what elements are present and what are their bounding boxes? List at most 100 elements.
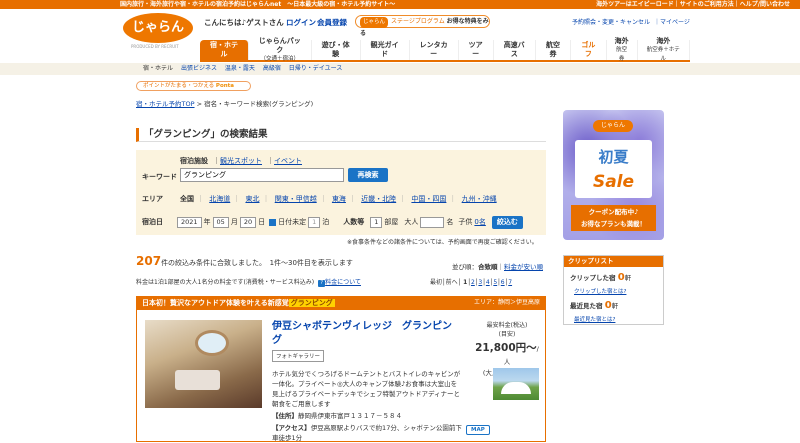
page-5[interactable]: 5 xyxy=(493,279,497,286)
address-label: 【住所】 xyxy=(272,412,298,420)
stage-program-button[interactable]: じゃらん ステージプログラム お得な特典をみる xyxy=(355,15,490,37)
jalan-logo[interactable]: じゃらん xyxy=(123,13,193,43)
breadcrumb-home[interactable]: 宿・ホテル予約TOP xyxy=(136,100,195,108)
year-select[interactable]: 2021 xyxy=(177,216,202,228)
nav-bus[interactable]: 高速バス xyxy=(494,40,536,60)
page-7[interactable]: 7 xyxy=(508,279,512,286)
hotel-description: ホテル気分でくつろげるドームテントとバストイレのキャビンが一体化。プライベート◎… xyxy=(272,370,461,408)
page-4[interactable]: 4 xyxy=(486,279,490,286)
area-hokkaido[interactable]: 北海道 xyxy=(209,195,230,203)
hotel-thumbnail[interactable] xyxy=(493,368,539,400)
hotel-card: 伊豆シャボテンヴィレッジ グランピング フォトギャラリー ホテル気分でくつろげる… xyxy=(136,310,546,442)
adult-select[interactable] xyxy=(420,216,445,228)
subnav-luxury[interactable]: 高級宿 xyxy=(263,65,281,72)
login-link[interactable]: ログイン xyxy=(286,17,316,28)
day-unit: 日 xyxy=(258,218,266,226)
sale-ad-banner[interactable]: じゃらん 初夏 Sale クーポン配布中♪ お得なプランも満載！ xyxy=(563,110,664,240)
page-6[interactable]: 6 xyxy=(501,279,505,286)
clipped-hotels: クリップした宿 0軒 xyxy=(570,272,631,283)
tab-events[interactable]: イベント xyxy=(274,157,302,165)
register-link[interactable]: 会員登録 xyxy=(317,17,347,28)
area-chugoku[interactable]: 中国・四国 xyxy=(411,195,446,203)
subnav-business[interactable]: 出張ビジネス xyxy=(181,65,217,72)
bed-shape xyxy=(175,370,220,390)
rooms-select[interactable]: 1 xyxy=(370,216,383,228)
keyword-input[interactable] xyxy=(180,168,344,182)
price-sub: (目安) xyxy=(498,331,516,338)
area-kinki[interactable]: 近畿・北陸 xyxy=(361,195,396,203)
nav-label: 観光ガイド xyxy=(370,41,399,58)
area-tokai[interactable]: 東海 xyxy=(332,195,346,203)
nav-rentacar[interactable]: レンタカー xyxy=(410,40,459,60)
area-tohoku[interactable]: 東北 xyxy=(245,195,259,203)
nav-label: 海外 xyxy=(614,36,629,45)
keyword-label: キーワード xyxy=(142,173,177,181)
sort-match[interactable]: 合致順 xyxy=(478,263,498,271)
date-people-row: 宿泊日 2021 年 05 月 20 日 日付未定 1泊 人数等 1 部屋 大人 名 子… xyxy=(142,215,523,229)
top-banner-text: 国内旅行・海外旅行や宿・ホテルの宿泊予約はじゃらんnet 〜日本最大級の宿・ホテ… xyxy=(120,1,396,8)
ponta-banner[interactable]: ポイントがたまる・つかえる Ponta xyxy=(136,81,251,91)
price-amount: 21,800円〜 xyxy=(475,342,537,354)
nights-select[interactable]: 1 xyxy=(308,216,321,228)
day-select[interactable]: 20 xyxy=(239,216,257,228)
hotel-area: エリア：静岡＞伊豆高原 xyxy=(473,299,540,306)
keyword-highlight: グランピング xyxy=(288,299,335,307)
dome-window xyxy=(195,330,229,356)
ad-title: 初夏 xyxy=(598,148,629,166)
sort-options: 並び順：合致順｜料金が安い順 xyxy=(452,263,543,271)
subnav-dayuse[interactable]: 日帰り・デイユース xyxy=(289,65,343,72)
top-banner-links[interactable]: 海外ツアーはエイビーロード｜サイトのご利用方法｜ヘルプ/問い合わせ xyxy=(596,0,790,9)
nav-guide[interactable]: 観光ガイド xyxy=(361,40,410,60)
fee-link[interactable]: 料金について xyxy=(325,279,361,286)
photo-gallery-button[interactable]: フォトギャラリー xyxy=(272,350,325,362)
nav-overseas-flight[interactable]: 海外 航空券 xyxy=(607,36,638,62)
area-all[interactable]: 全国 xyxy=(180,195,194,203)
research-button[interactable]: 再検索 xyxy=(348,168,388,182)
sort-price[interactable]: 料金が安い順 xyxy=(504,263,543,271)
result-range: 1件〜30件目を表示します xyxy=(269,259,353,267)
ad-coupon: クーポン配布中♪ お得なプランも満載！ xyxy=(571,205,656,231)
hotel-access: 【アクセス】伊豆高原駅よりバスで約17分、シャボテン公園前下車徒歩1分 xyxy=(272,423,462,443)
search-form: 宿泊施設｜観光スポット｜イベント キーワード 再検索 エリア 全国｜ 北海道｜ … xyxy=(136,150,546,235)
nav-overseas-hotel[interactable]: 海外 航空券＋ホテル xyxy=(638,37,691,62)
nav-hotel[interactable]: 宿・ホテル xyxy=(200,40,249,60)
subnav-hotel[interactable]: 宿・ホテル xyxy=(143,65,173,72)
catchcopy: 日本初！贅沢なアウトドア体験を叶える新感覚 xyxy=(142,299,289,307)
date-undecided-checkbox[interactable] xyxy=(269,218,277,226)
rooms-unit: 部屋 xyxy=(384,218,399,226)
adult-label: 大人 xyxy=(404,218,419,226)
nav-tour[interactable]: ツアー xyxy=(459,40,494,60)
hotel-photo[interactable] xyxy=(145,320,262,408)
sub-nav: 宿・ホテル 出張ビジネス 温泉・露天 高級宿 日帰り・デイユース xyxy=(0,63,800,75)
reservation-check-link[interactable]: 予約照会・変更・キャンセル xyxy=(572,19,650,26)
page-3[interactable]: 3 xyxy=(478,279,482,286)
map-button[interactable]: MAP xyxy=(466,425,490,435)
stage-badge: じゃらん xyxy=(360,17,389,28)
result-count-text: 件の絞込み条件に合致しました。 xyxy=(161,259,263,267)
tab-spots[interactable]: 観光スポット xyxy=(220,157,262,165)
clipped-help-link[interactable]: クリップした宿とは? xyxy=(574,287,626,295)
ponta-logo: Ponta xyxy=(215,83,234,89)
logo-subtitle: PRODUCED BY RECRUIT xyxy=(131,44,179,49)
result-count: 207件の絞込み条件に合致しました。 1件〜30件目を表示します xyxy=(136,254,353,268)
date-undecided-label: 日付未定 xyxy=(278,218,307,226)
breadcrumb: 宿・ホテル予約TOP > 宿名・キーワード検索(グランピング) xyxy=(136,100,314,108)
area-kanto[interactable]: 関東・甲信越 xyxy=(275,195,317,203)
mypage-link[interactable]: マイページ xyxy=(660,19,690,26)
page-title: 「グランピング」の検索結果 xyxy=(136,128,546,142)
nav-golf[interactable]: ゴルフ xyxy=(571,40,607,60)
narrow-button[interactable]: 絞込む xyxy=(491,215,523,229)
nav-activities[interactable]: 遊び・体験 xyxy=(312,40,361,60)
recent-help-link[interactable]: 最近見た宿とは? xyxy=(574,315,615,323)
area-kyushu[interactable]: 九州・沖縄 xyxy=(462,195,497,203)
nav-label: じゃらんパック xyxy=(258,36,301,54)
subnav-onsen[interactable]: 温泉・露天 xyxy=(225,65,255,72)
hotel-name-link[interactable]: 伊豆シャボテンヴィレッジ グランピング xyxy=(272,320,452,348)
nav-package[interactable]: じゃらんパック （交通＋宿泊） xyxy=(249,36,312,62)
area-links: 全国｜ 北海道｜ 東北｜ 関東・甲信越｜ 東海｜ 近畿・北陸｜ 中国・四国｜ 九… xyxy=(180,195,497,203)
tab-hotels[interactable]: 宿泊施設 xyxy=(180,157,208,165)
nav-flight[interactable]: 航空券 xyxy=(536,40,572,60)
page-2[interactable]: 2 xyxy=(471,279,475,286)
month-select[interactable]: 05 xyxy=(212,216,229,228)
child-select-link[interactable]: 0名 xyxy=(474,217,485,227)
